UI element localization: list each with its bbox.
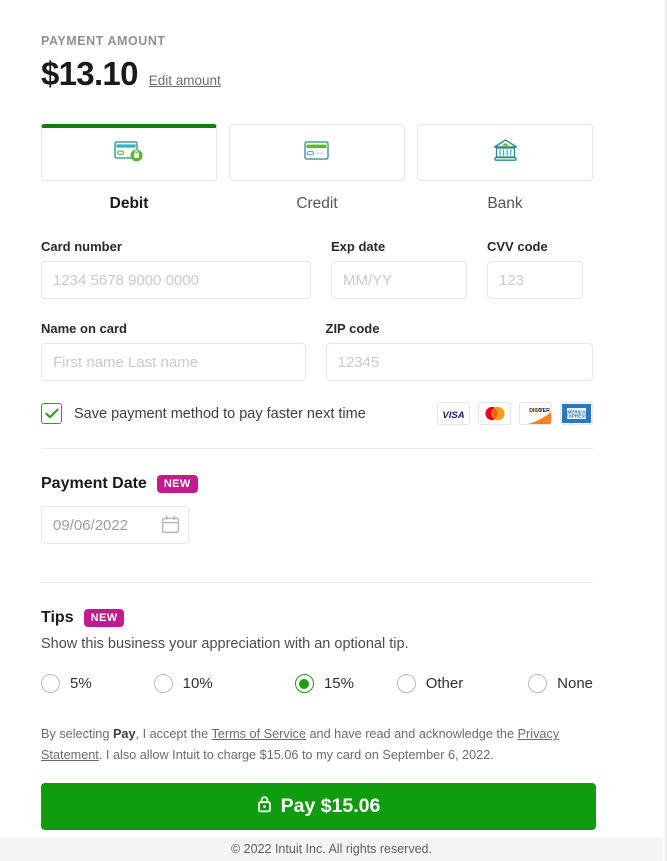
legal-part-1: By selecting [41,727,113,741]
zip-code-input[interactable] [325,343,593,381]
card-fields-row-2: Name on card ZIP code [41,321,593,381]
tip-option-15[interactable]: 15% [294,674,397,693]
payment-date-title: Payment Date [41,475,147,492]
tab-credit[interactable]: Credit [229,124,405,213]
save-payment-method-row: Save payment method to pay faster next t… [41,402,593,425]
zip-code-group: ZIP code [325,321,593,381]
svg-text:EXPRESS: EXPRESS [566,414,588,419]
terms-of-service-link[interactable]: Terms of Service [211,727,305,741]
exp-date-label: Exp date [331,239,386,254]
tips-title: Tips [41,609,74,626]
tip-option-none[interactable]: None [528,674,593,693]
tip-option-other[interactable]: Other [396,674,528,693]
card-fields-row-1: Card number Exp date CVV code [41,239,593,299]
tips-header: Tips NEW [41,609,593,627]
zip-code-label: ZIP code [325,321,380,336]
tip-option-5[interactable]: 5% [41,674,154,693]
exp-date-input[interactable] [331,261,467,299]
tab-credit-box[interactable] [229,124,405,181]
radio-selected-icon[interactable] [294,674,314,693]
tab-debit-box[interactable] [41,124,217,181]
save-payment-method-label: Save payment method to pay faster next t… [74,405,366,422]
payment-date-input[interactable] [41,506,189,544]
legal-part-4: . I also allow Intuit to charge $15.06 t… [98,747,494,762]
bank-icon [492,138,519,168]
pay-button-label: Pay $15.06 [280,795,381,818]
legal-part-2: , I accept the [135,727,212,741]
tip-option-label: None [557,675,593,692]
svg-text:VISA: VISA [442,410,464,420]
amex-logo-icon: AMERICAN EXPRESS [560,402,593,425]
save-payment-method-checkbox[interactable] [41,403,62,424]
visa-logo-icon: VISA [437,402,470,425]
payment-amount-row: $13.10 Edit amount [41,55,593,93]
tab-debit[interactable]: Debit [41,124,217,213]
tab-bank[interactable]: Bank [417,124,593,213]
payment-date-field[interactable] [41,506,189,544]
card-number-input[interactable] [41,261,311,299]
legal-disclaimer: By selecting Pay, I accept the Terms of … [41,724,593,765]
tab-bank-label: Bank [487,195,523,212]
name-on-card-input[interactable] [41,343,306,381]
card-number-group: Card number [41,239,311,299]
edit-amount-link[interactable]: Edit amount [149,73,221,88]
name-on-card-group: Name on card [41,321,306,381]
payment-method-tabs: Debit Credit Bank [41,124,593,213]
tip-option-label: 15% [323,675,354,692]
radio-icon[interactable] [153,674,173,693]
cvv-label: CVV code [487,239,548,254]
tips-description: Show this business your appreciation wit… [41,636,409,652]
payment-date-new-badge: NEW [156,475,198,493]
checkmark-icon [44,408,59,419]
card-number-label: Card number [41,239,122,254]
payment-amount-value: $13.10 [41,55,138,92]
radio-icon[interactable] [396,674,416,693]
tips-new-badge: NEW [83,609,125,627]
credit-card-icon [304,140,330,166]
tip-option-label: Other [425,675,464,692]
tip-option-label: 5% [70,675,92,692]
tab-bank-box[interactable] [417,124,593,181]
tip-option-label: 10% [182,675,213,692]
divider-above-payment-date [41,448,593,449]
cvv-input[interactable] [487,261,583,299]
radio-icon[interactable] [528,674,548,693]
payment-date-header: Payment Date NEW [41,475,593,493]
mastercard-logo-icon [478,402,511,425]
discover-logo-icon: DISC VER [519,402,552,425]
footer-copyright: © 2022 Intuit Inc. All rights reserved. [0,837,663,861]
tab-debit-label: Debit [109,195,149,212]
cvv-group: CVV code [487,239,583,299]
legal-part-3: and have read and acknowledge the [305,727,518,741]
accepted-card-brands: VISA DISC VER [437,402,593,425]
debit-card-icon [114,140,144,169]
legal-pay-bold: Pay [112,727,136,741]
lock-icon [257,795,272,819]
exp-date-group: Exp date [331,239,467,299]
payment-amount-section: PAYMENT AMOUNT $13.10 Edit amount [41,34,593,93]
divider-above-tips [41,582,593,583]
radio-icon[interactable] [41,674,60,693]
payment-page: PAYMENT AMOUNT $13.10 Edit amount Debit … [0,0,667,861]
svg-text:VER: VER [539,408,550,414]
tip-options: 5% 10% 15% Other None [41,674,593,693]
pay-button[interactable]: Pay $15.06 [41,783,596,831]
name-on-card-label: Name on card [41,321,127,336]
tab-credit-label: Credit [296,195,338,212]
tip-option-10[interactable]: 10% [153,674,295,693]
payment-amount-label: PAYMENT AMOUNT [41,34,166,48]
